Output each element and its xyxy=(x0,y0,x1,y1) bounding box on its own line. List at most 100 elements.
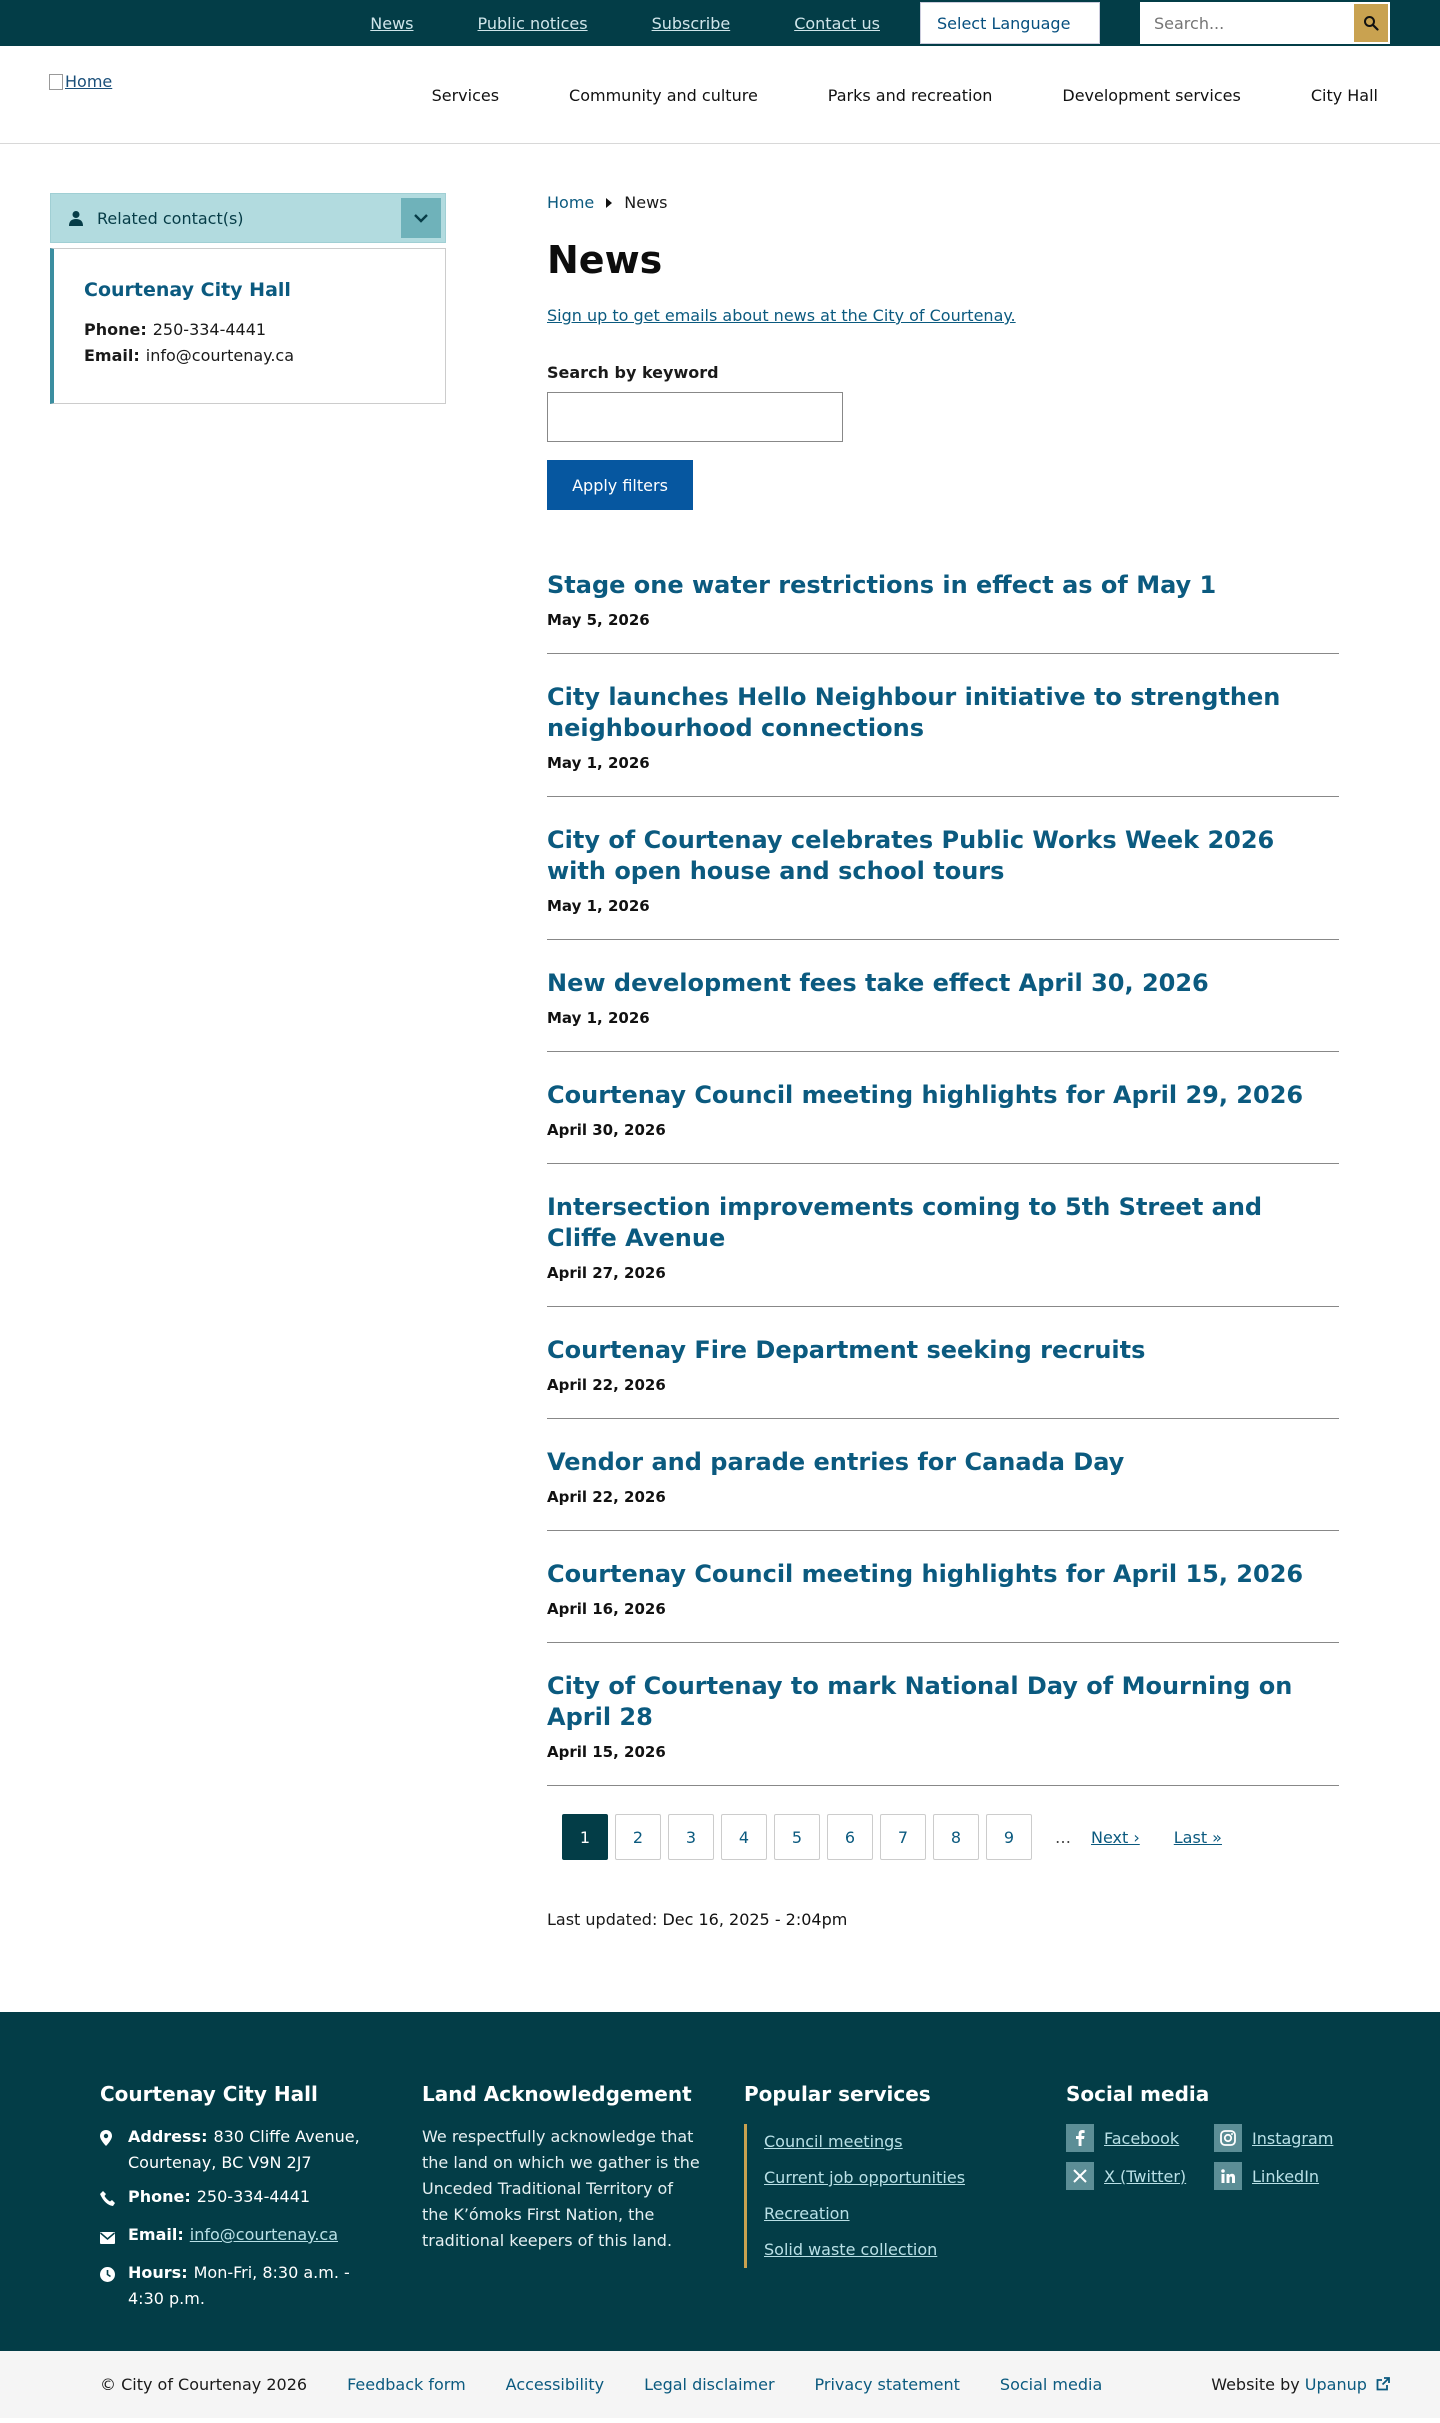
page-8-button[interactable]: 8 xyxy=(933,1814,979,1860)
news-title[interactable]: New development fees take effect April 3… xyxy=(547,968,1339,999)
news-title[interactable]: Vendor and parade entries for Canada Day xyxy=(547,1447,1339,1478)
page-title: News xyxy=(547,238,663,282)
phone-icon xyxy=(100,2184,128,2214)
social-link-x-twitter[interactable]: X (Twitter) xyxy=(1066,2162,1214,2190)
social-links: Facebook Instagram X (Twitter) LinkedIn xyxy=(1066,2124,1366,2190)
page-5-button[interactable]: 5 xyxy=(774,1814,820,1860)
page-4-button[interactable]: 4 xyxy=(721,1814,767,1860)
signup-link[interactable]: Sign up to get emails about news at the … xyxy=(547,306,1016,325)
social-media-link[interactable]: Social media xyxy=(1000,2375,1102,2394)
language-select[interactable]: Select Language xyxy=(920,2,1100,44)
clock-icon xyxy=(100,2260,128,2312)
footer-city-hall-heading: Courtenay City Hall xyxy=(100,2082,318,2106)
footer-phone-label: Phone: xyxy=(128,2187,191,2206)
nav-development-services[interactable]: Development services xyxy=(1062,86,1240,105)
privacy-statement-link[interactable]: Privacy statement xyxy=(815,2375,960,2394)
pager-ellipsis: … xyxy=(1055,1827,1071,1847)
news-list: Stage one water restrictions in effect a… xyxy=(547,570,1339,1786)
popular-services-list: Council meetings Current job opportuniti… xyxy=(744,2124,1034,2268)
page-9-button[interactable]: 9 xyxy=(986,1814,1032,1860)
page-1-button[interactable]: 1 xyxy=(562,1814,608,1860)
page-2-button[interactable]: 2 xyxy=(615,1814,661,1860)
social-link-linkedin[interactable]: LinkedIn xyxy=(1214,2162,1362,2190)
popular-link-council-meetings[interactable]: Council meetings xyxy=(764,2124,1034,2160)
popular-services-heading: Popular services xyxy=(744,2082,931,2106)
last-page-link[interactable]: Last » xyxy=(1174,1828,1222,1847)
main-content: Home News News Sign up to get emails abo… xyxy=(547,193,1339,1929)
logo-alt-text: Home xyxy=(65,72,113,91)
search-input[interactable] xyxy=(1140,2,1354,44)
news-date: April 22, 2026 xyxy=(547,1488,666,1506)
linkedin-label: LinkedIn xyxy=(1252,2166,1320,2186)
nav-services[interactable]: Services xyxy=(432,86,499,105)
agency-link[interactable]: Upanup xyxy=(1305,2375,1390,2394)
page-6-button[interactable]: 6 xyxy=(827,1814,873,1860)
news-item: Courtenay Fire Department seeking recrui… xyxy=(547,1335,1339,1419)
contact-name: Courtenay City Hall xyxy=(84,279,291,301)
utility-link-subscribe[interactable]: Subscribe xyxy=(652,14,731,33)
utility-link-public-notices[interactable]: Public notices xyxy=(478,14,588,33)
news-title[interactable]: Courtenay Council meeting highlights for… xyxy=(547,1080,1339,1111)
home-logo[interactable]: Home xyxy=(49,72,112,91)
footer-phone: Phone: 250-334-4441 xyxy=(100,2184,390,2214)
breadcrumb-home[interactable]: Home xyxy=(547,193,594,212)
utility-bar: News Public notices Subscribe Contact us… xyxy=(0,0,1440,46)
news-date: May 1, 2026 xyxy=(547,754,650,772)
news-item: Vendor and parade entries for Canada Day… xyxy=(547,1447,1339,1531)
website-credit: Website by Upanup xyxy=(1211,2375,1390,2394)
utility-link-contact-us[interactable]: Contact us xyxy=(794,14,880,33)
news-title[interactable]: City of Courtenay to mark National Day o… xyxy=(547,1671,1339,1733)
popular-link-recreation[interactable]: Recreation xyxy=(764,2196,1034,2232)
pagination: 1 2 3 4 5 6 7 8 9 … Next › Last » xyxy=(562,1814,1339,1860)
accessibility-link[interactable]: Accessibility xyxy=(506,2375,604,2394)
next-page-link[interactable]: Next › xyxy=(1091,1828,1140,1847)
last-updated-label: Last updated: xyxy=(547,1910,658,1929)
footer-land-ack: Land Acknowledgement We respectfully ack… xyxy=(422,2082,702,2254)
chevron-down-icon xyxy=(414,214,428,223)
popular-link-jobs[interactable]: Current job opportunities xyxy=(764,2160,1034,2196)
expand-button[interactable] xyxy=(401,198,441,238)
contact-phone: Phone: 250-334-4441 xyxy=(84,317,415,343)
envelope-icon xyxy=(100,2222,128,2252)
keyword-label: Search by keyword xyxy=(547,363,719,382)
news-title[interactable]: City launches Hello Neighbour initiative… xyxy=(547,682,1339,744)
news-date: April 15, 2026 xyxy=(547,1743,666,1761)
nav-community-and-culture[interactable]: Community and culture xyxy=(569,86,758,105)
instagram-icon xyxy=(1214,2124,1242,2152)
email-label: Email: xyxy=(84,346,140,365)
news-title[interactable]: Courtenay Council meeting highlights for… xyxy=(547,1559,1339,1590)
news-title[interactable]: Courtenay Fire Department seeking recrui… xyxy=(547,1335,1339,1366)
news-title[interactable]: Intersection improvements coming to 5th … xyxy=(547,1192,1339,1254)
bottom-bar: © City of Courtenay 2026 Feedback form A… xyxy=(0,2351,1440,2418)
news-item: City launches Hello Neighbour initiative… xyxy=(547,682,1339,797)
legal-disclaimer-link[interactable]: Legal disclaimer xyxy=(644,2375,774,2394)
main-nav: Services Community and culture Parks and… xyxy=(362,46,1378,144)
feedback-form-link[interactable]: Feedback form xyxy=(347,2375,466,2394)
apply-filters-button[interactable]: Apply filters xyxy=(547,460,693,510)
breadcrumb-current: News xyxy=(624,193,668,212)
keyword-input[interactable] xyxy=(547,392,843,442)
news-item: Stage one water restrictions in effect a… xyxy=(547,570,1339,654)
footer-email-link[interactable]: info@courtenay.ca xyxy=(190,2225,338,2244)
news-date: April 30, 2026 xyxy=(547,1121,666,1139)
news-item: New development fees take effect April 3… xyxy=(547,968,1339,1052)
utility-link-news[interactable]: News xyxy=(370,14,413,33)
news-title[interactable]: Stage one water restrictions in effect a… xyxy=(547,570,1339,601)
instagram-label: Instagram xyxy=(1252,2128,1334,2148)
popular-link-solid-waste[interactable]: Solid waste collection xyxy=(764,2232,1034,2268)
site-footer: Courtenay City Hall Address: 830 Cliffe A… xyxy=(0,2012,1440,2351)
social-link-instagram[interactable]: Instagram xyxy=(1214,2124,1362,2152)
related-contacts-toggle[interactable]: Related contact(s) xyxy=(50,193,446,243)
nav-parks-and-recreation[interactable]: Parks and recreation xyxy=(828,86,993,105)
page-7-button[interactable]: 7 xyxy=(880,1814,926,1860)
search-button[interactable] xyxy=(1354,4,1388,42)
social-link-facebook[interactable]: Facebook xyxy=(1066,2124,1214,2152)
news-item: City of Courtenay celebrates Public Work… xyxy=(547,825,1339,940)
page-3-button[interactable]: 3 xyxy=(668,1814,714,1860)
person-icon xyxy=(69,211,83,226)
news-title[interactable]: City of Courtenay celebrates Public Work… xyxy=(547,825,1339,887)
related-contacts-label: Related contact(s) xyxy=(97,208,244,228)
nav-city-hall[interactable]: City Hall xyxy=(1311,86,1378,105)
site-search xyxy=(1140,2,1390,44)
news-item: City of Courtenay to mark National Day o… xyxy=(547,1671,1339,1786)
